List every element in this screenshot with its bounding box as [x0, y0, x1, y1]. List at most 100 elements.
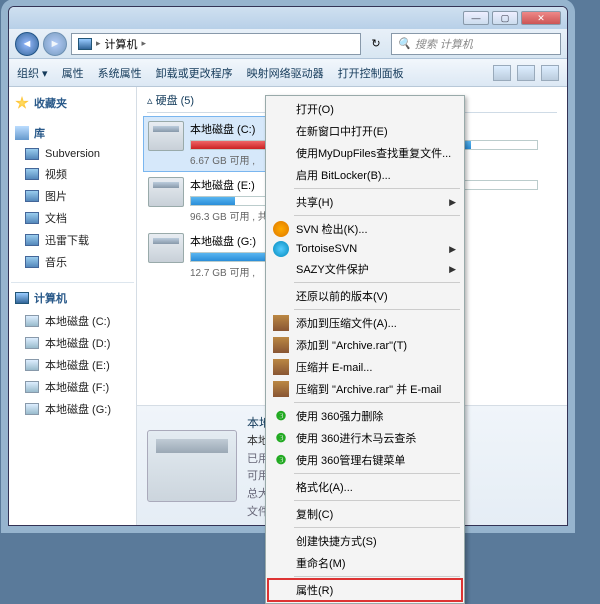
menu-item[interactable]: 创建快捷方式(S): [268, 530, 462, 552]
sidebar-item-label: 本地磁盘 (D:): [45, 335, 110, 351]
drive-icon: [148, 177, 184, 207]
submenu-arrow-icon: ▶: [449, 197, 456, 208]
menu-item-label: 使用MyDupFiles查找重复文件...: [296, 145, 451, 161]
preview-pane-icon[interactable]: [517, 65, 535, 81]
sidebar-drive-item[interactable]: 本地磁盘 (E:): [11, 354, 134, 376]
minimize-button[interactable]: —: [463, 11, 489, 25]
uninstall-button[interactable]: 卸载或更改程序: [156, 65, 233, 81]
drive-icon: [148, 233, 184, 263]
computer-icon: [15, 292, 29, 304]
menu-item[interactable]: 使用MyDupFiles查找重复文件...: [268, 142, 462, 164]
menu-item[interactable]: 压缩并 E-mail...: [268, 356, 462, 378]
sidebar-libraries-header[interactable]: 库: [11, 121, 134, 145]
menu-item-label: 使用 360强力删除: [296, 408, 383, 424]
sidebar-drive-item[interactable]: 本地磁盘 (D:): [11, 332, 134, 354]
menu-item[interactable]: SVN 检出(K)...: [268, 218, 462, 240]
menu-item[interactable]: 属性(R): [268, 579, 462, 601]
folder-icon: [25, 190, 39, 202]
menu-item-label: 使用 360进行木马云查杀: [296, 430, 416, 446]
drive-icon: [25, 381, 39, 393]
submenu-arrow-icon: ▶: [449, 244, 456, 255]
maximize-button[interactable]: ▢: [492, 11, 518, 25]
sidebar-computer-header[interactable]: 计算机: [11, 286, 134, 310]
sidebar-favorites-header[interactable]: 收藏夹: [11, 91, 134, 115]
breadcrumb-computer[interactable]: 计算机: [105, 36, 138, 52]
menu-item[interactable]: 在新窗口中打开(E): [268, 120, 462, 142]
sidebar-drive-item[interactable]: 本地磁盘 (F:): [11, 376, 134, 398]
sidebar-item-label: 迅雷下载: [45, 232, 89, 248]
menu-separator: [294, 576, 460, 577]
menu-item[interactable]: 压缩到 "Archive.rar" 并 E-mail: [268, 378, 462, 400]
view-icon[interactable]: [493, 65, 511, 81]
menu-item-label: 添加到 "Archive.rar"(T): [296, 337, 407, 353]
control-panel-button[interactable]: 打开控制面板: [338, 65, 404, 81]
sidebar-item[interactable]: 视频: [11, 163, 134, 185]
sidebar-item[interactable]: 迅雷下载: [11, 229, 134, 251]
menu-item[interactable]: SAZY文件保护▶: [268, 258, 462, 280]
menu-item[interactable]: 格式化(A)...: [268, 476, 462, 498]
menu-separator: [294, 473, 460, 474]
refresh-icon[interactable]: ↻: [365, 37, 387, 50]
menu-item[interactable]: ❸ 使用 360强力删除: [268, 405, 462, 427]
menu-item[interactable]: 共享(H) ▶: [268, 191, 462, 213]
address-field[interactable]: ▸ 计算机 ▸: [71, 33, 361, 55]
rar-icon: [273, 381, 289, 397]
menu-separator: [294, 282, 460, 283]
360-icon: ❸: [273, 430, 289, 446]
menu-item[interactable]: 打开(O): [268, 98, 462, 120]
menu-item-label: 使用 360管理右键菜单: [296, 452, 405, 468]
menu-item[interactable]: 添加到压缩文件(A)...: [268, 312, 462, 334]
menu-item-label: 在新窗口中打开(E): [296, 123, 388, 139]
back-button[interactable]: ◄: [15, 32, 39, 56]
menu-item[interactable]: 复制(C): [268, 503, 462, 525]
menu-item-label: 创建快捷方式(S): [296, 533, 377, 549]
sidebar-item-label: 本地磁盘 (F:): [45, 379, 109, 395]
drive-icon: [25, 315, 39, 327]
toolbar: 组织 ▾ 属性 系统属性 卸载或更改程序 映射网络驱动器 打开控制面板: [9, 59, 567, 87]
search-icon: 🔍: [397, 37, 411, 50]
breadcrumb-sep: ▸: [142, 38, 147, 49]
sidebar-drive-item[interactable]: 本地磁盘 (G:): [11, 398, 134, 420]
sidebar-item[interactable]: 音乐: [11, 251, 134, 273]
breadcrumb-sep: ▸: [96, 38, 101, 49]
folder-icon: [25, 168, 39, 180]
menu-item[interactable]: TortoiseSVN▶: [268, 240, 462, 258]
menu-item[interactable]: 重命名(M): [268, 552, 462, 574]
sidebar-item[interactable]: 文档: [11, 207, 134, 229]
help-icon[interactable]: [541, 65, 559, 81]
properties-button[interactable]: 属性: [62, 65, 84, 81]
sidebar-item-label: 图片: [45, 188, 67, 204]
menu-item-label: 格式化(A)...: [296, 479, 353, 495]
sidebar-item-label: 文档: [45, 210, 67, 226]
search-input[interactable]: 🔍 搜索 计算机: [391, 33, 561, 55]
address-bar: ◄ ► ▸ 计算机 ▸ ↻ 🔍 搜索 计算机: [9, 29, 567, 59]
menu-item[interactable]: 还原以前的版本(V): [268, 285, 462, 307]
sidebar-item-label: 本地磁盘 (E:): [45, 357, 110, 373]
drive-icon: [25, 337, 39, 349]
forward-button[interactable]: ►: [43, 32, 67, 56]
context-menu: 打开(O) 在新窗口中打开(E) 使用MyDupFiles查找重复文件... 启用 B…: [265, 95, 465, 604]
folder-icon: [25, 256, 39, 268]
computer-icon: [78, 38, 92, 50]
sidebar-drive-item[interactable]: 本地磁盘 (C:): [11, 310, 134, 332]
menu-item[interactable]: 添加到 "Archive.rar"(T): [268, 334, 462, 356]
menu-item-label: 压缩并 E-mail...: [296, 359, 372, 375]
sidebar-item-label: Subversion: [45, 148, 100, 160]
360-icon: ❸: [273, 408, 289, 424]
map-drive-button[interactable]: 映射网络驱动器: [247, 65, 324, 81]
menu-separator: [294, 309, 460, 310]
menu-separator: [294, 215, 460, 216]
menu-item-label: 共享(H): [296, 194, 333, 210]
organize-menu[interactable]: 组织 ▾: [17, 65, 48, 81]
menu-item[interactable]: 启用 BitLocker(B)...: [268, 164, 462, 186]
sidebar-item[interactable]: 图片: [11, 185, 134, 207]
menu-separator: [294, 527, 460, 528]
system-properties-button[interactable]: 系统属性: [98, 65, 142, 81]
submenu-arrow-icon: ▶: [449, 264, 456, 275]
folder-icon: [25, 234, 39, 246]
sidebar-item[interactable]: Subversion: [11, 145, 134, 163]
menu-item[interactable]: ❸使用 360管理右键菜单: [268, 449, 462, 471]
menu-item[interactable]: ❸ 使用 360进行木马云查杀: [268, 427, 462, 449]
sidebar-item-label: 音乐: [45, 254, 67, 270]
close-button[interactable]: ✕: [521, 11, 561, 25]
